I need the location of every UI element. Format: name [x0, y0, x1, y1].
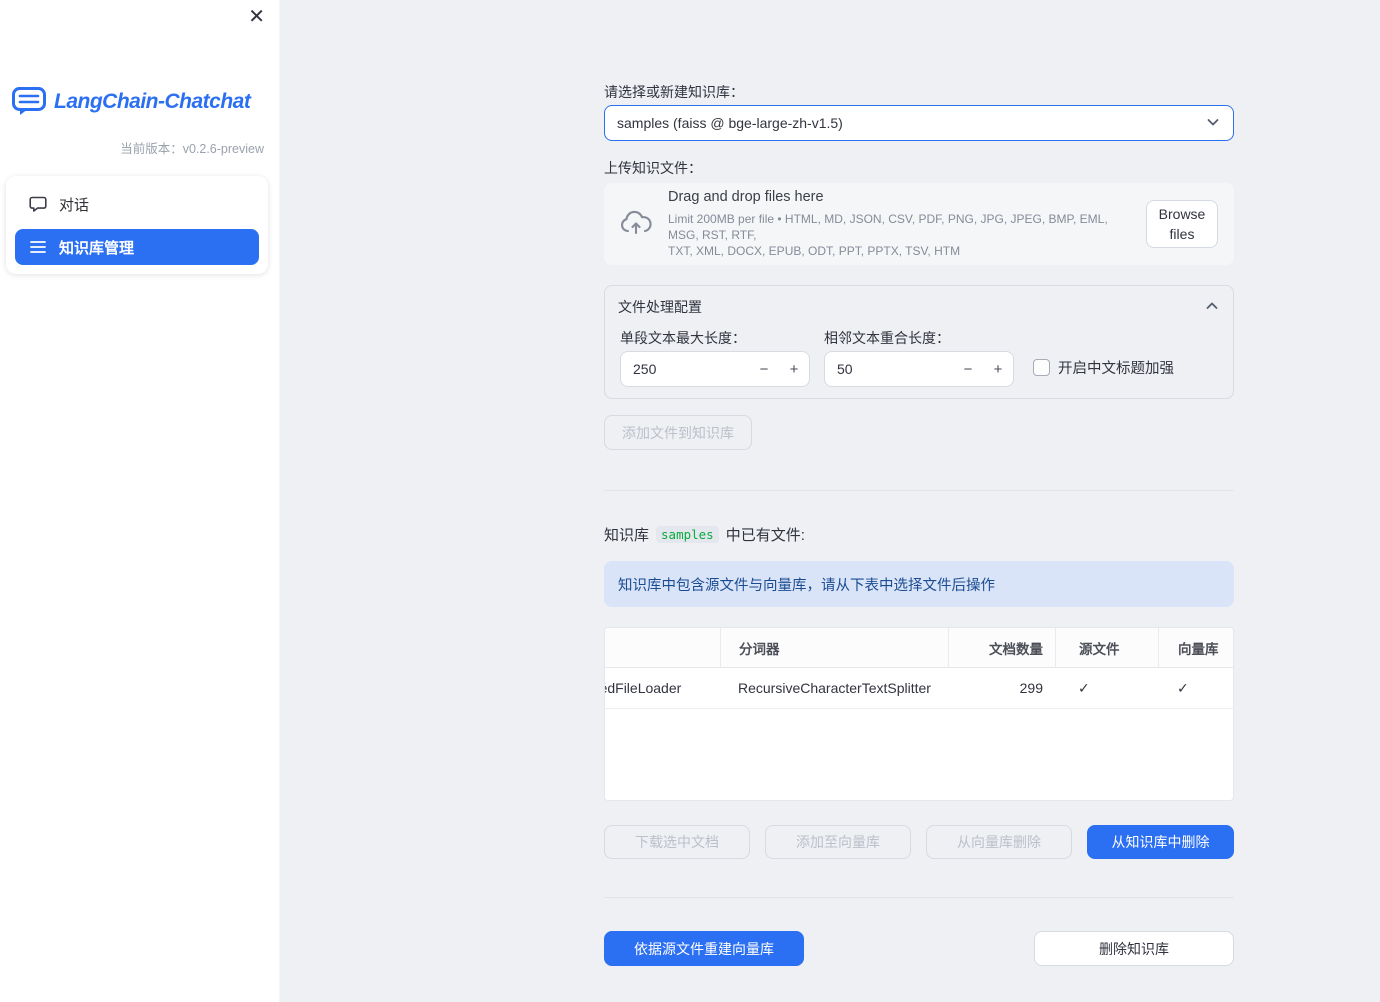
chunk-size-label: 单段文本最大长度： — [620, 330, 746, 346]
kb-name-code: samples — [656, 526, 719, 543]
info-banner: 知识库中包含源文件与向量库，请从下表中选择文件后操作 — [604, 561, 1234, 607]
sidebar-close-icon[interactable]: ✕ — [248, 4, 265, 30]
drop-files-text: Drag and drop files here — [668, 189, 824, 205]
cell-loader: UnstructuredFileLoader — [605, 680, 682, 696]
delete-from-kb-button[interactable]: 从知识库中删除 — [1087, 825, 1234, 859]
browse-files-button[interactable]: Browse files — [1146, 200, 1218, 248]
main-content: 请选择或新建知识库： samples (faiss @ bge-large-zh… — [604, 0, 1234, 1002]
logo-text: LangChain-Chatchat — [54, 89, 251, 113]
upload-label: 上传知识文件： — [604, 160, 702, 176]
chunk-size-value[interactable]: 250 — [621, 361, 749, 377]
divider — [604, 490, 1234, 491]
expander-title[interactable]: 文件处理配置 — [618, 297, 702, 317]
download-selected-button[interactable]: 下载选中文档 — [604, 825, 750, 859]
uploader-text: Drag and drop files here Limit 200MB per… — [668, 189, 1134, 259]
rebuild-vector-store-button[interactable]: 依据源文件重建向量库 — [604, 931, 804, 966]
version-label: 当前版本：v0.2.6-preview — [120, 142, 264, 156]
chevron-up-icon[interactable] — [1204, 298, 1220, 317]
table-row[interactable]: UnstructuredFileLoader RecursiveCharacte… — [605, 668, 1233, 709]
divider — [604, 897, 1234, 898]
col-header-source-file[interactable]: 源文件 — [1055, 628, 1158, 667]
sidebar: ✕ LangChain-Chatchat 当前版本：v0.2.6-preview — [0, 0, 280, 1002]
app-root: ✕ LangChain-Chatchat 当前版本：v0.2.6-preview — [0, 0, 1380, 1002]
sidebar-item-dialogue[interactable]: 对话 — [15, 185, 259, 223]
file-uploader-dropzone[interactable]: Drag and drop files here Limit 200MB per… — [604, 183, 1234, 265]
zh-title-enhance-checkbox[interactable] — [1033, 359, 1050, 376]
overlap-size-value[interactable]: 50 — [825, 361, 953, 377]
sidebar-menu: 对话 知识库管理 — [6, 176, 268, 274]
chunk-size-input[interactable]: 250 − + — [620, 351, 810, 387]
kb-selectbox[interactable]: samples (faiss @ bge-large-zh-v1.5) — [604, 105, 1234, 141]
cell-splitter: RecursiveCharacterTextSplitter — [738, 680, 931, 696]
kb-files-table[interactable]: 文档加载器 分词器 文档数量 源文件 向量库 UnstructuredFileL… — [604, 627, 1234, 801]
kb-files-table-inner: 文档加载器 分词器 文档数量 源文件 向量库 UnstructuredFileL… — [605, 628, 1233, 709]
chat-bubble-logo-icon — [11, 86, 47, 117]
knowledge-base-icon — [29, 238, 47, 256]
sidebar-item-label: 对话 — [59, 196, 90, 214]
table-header-row: 文档加载器 分词器 文档数量 源文件 向量库 — [605, 628, 1233, 668]
col-header-loader[interactable]: 文档加载器 — [605, 628, 720, 667]
zh-title-enhance-row: 开启中文标题加强 — [1033, 357, 1174, 378]
overlap-size-label: 相邻文本重合长度： — [824, 330, 950, 346]
sidebar-item-label: 知识库管理 — [59, 239, 135, 257]
decrement-button[interactable]: − — [953, 352, 983, 386]
logo: LangChain-Chatchat — [11, 86, 251, 117]
chat-icon — [29, 195, 47, 213]
cloud-upload-icon — [620, 210, 652, 239]
col-header-vector-store[interactable]: 向量库 — [1158, 628, 1233, 667]
cell-vector-store-check: ✓ — [1177, 679, 1189, 696]
file-actions-row: 下载选中文档 添加至向量库 从向量库删除 从知识库中删除 — [604, 825, 1234, 859]
add-files-to-kb-button[interactable]: 添加文件到知识库 — [604, 415, 752, 450]
overlap-size-input[interactable]: 50 − + — [824, 351, 1014, 387]
upload-limit-text: Limit 200MB per file • HTML, MD, JSON, C… — [668, 212, 1108, 258]
col-header-doc-count[interactable]: 文档数量 — [948, 628, 1055, 667]
sidebar-item-knowledge-base[interactable]: 知识库管理 — [15, 229, 259, 265]
increment-button[interactable]: + — [983, 352, 1013, 386]
add-to-vector-store-button[interactable]: 添加至向量库 — [765, 825, 911, 859]
zh-title-enhance-label: 开启中文标题加强 — [1058, 361, 1174, 377]
cell-doc-count: 299 — [1019, 680, 1043, 696]
file-config-expander: 文件处理配置 单段文本最大长度： 250 − + 相邻文本重合长度： 50 − … — [604, 285, 1234, 399]
delete-kb-button[interactable]: 删除知识库 — [1034, 931, 1234, 966]
existing-files-line: 知识库 samples 中已有文件: — [604, 524, 805, 545]
cell-source-file-check: ✓ — [1078, 679, 1090, 696]
kb-select-label: 请选择或新建知识库： — [604, 84, 744, 100]
chevron-down-icon — [1205, 114, 1221, 133]
remove-from-vector-store-button[interactable]: 从向量库删除 — [926, 825, 1072, 859]
kb-selectbox-value: samples (faiss @ bge-large-zh-v1.5) — [617, 115, 843, 131]
decrement-button[interactable]: − — [749, 352, 779, 386]
files-line-suffix: 中已有文件: — [725, 527, 805, 544]
col-header-splitter[interactable]: 分词器 — [720, 628, 948, 667]
increment-button[interactable]: + — [779, 352, 809, 386]
files-line-prefix: 知识库 — [604, 527, 650, 544]
